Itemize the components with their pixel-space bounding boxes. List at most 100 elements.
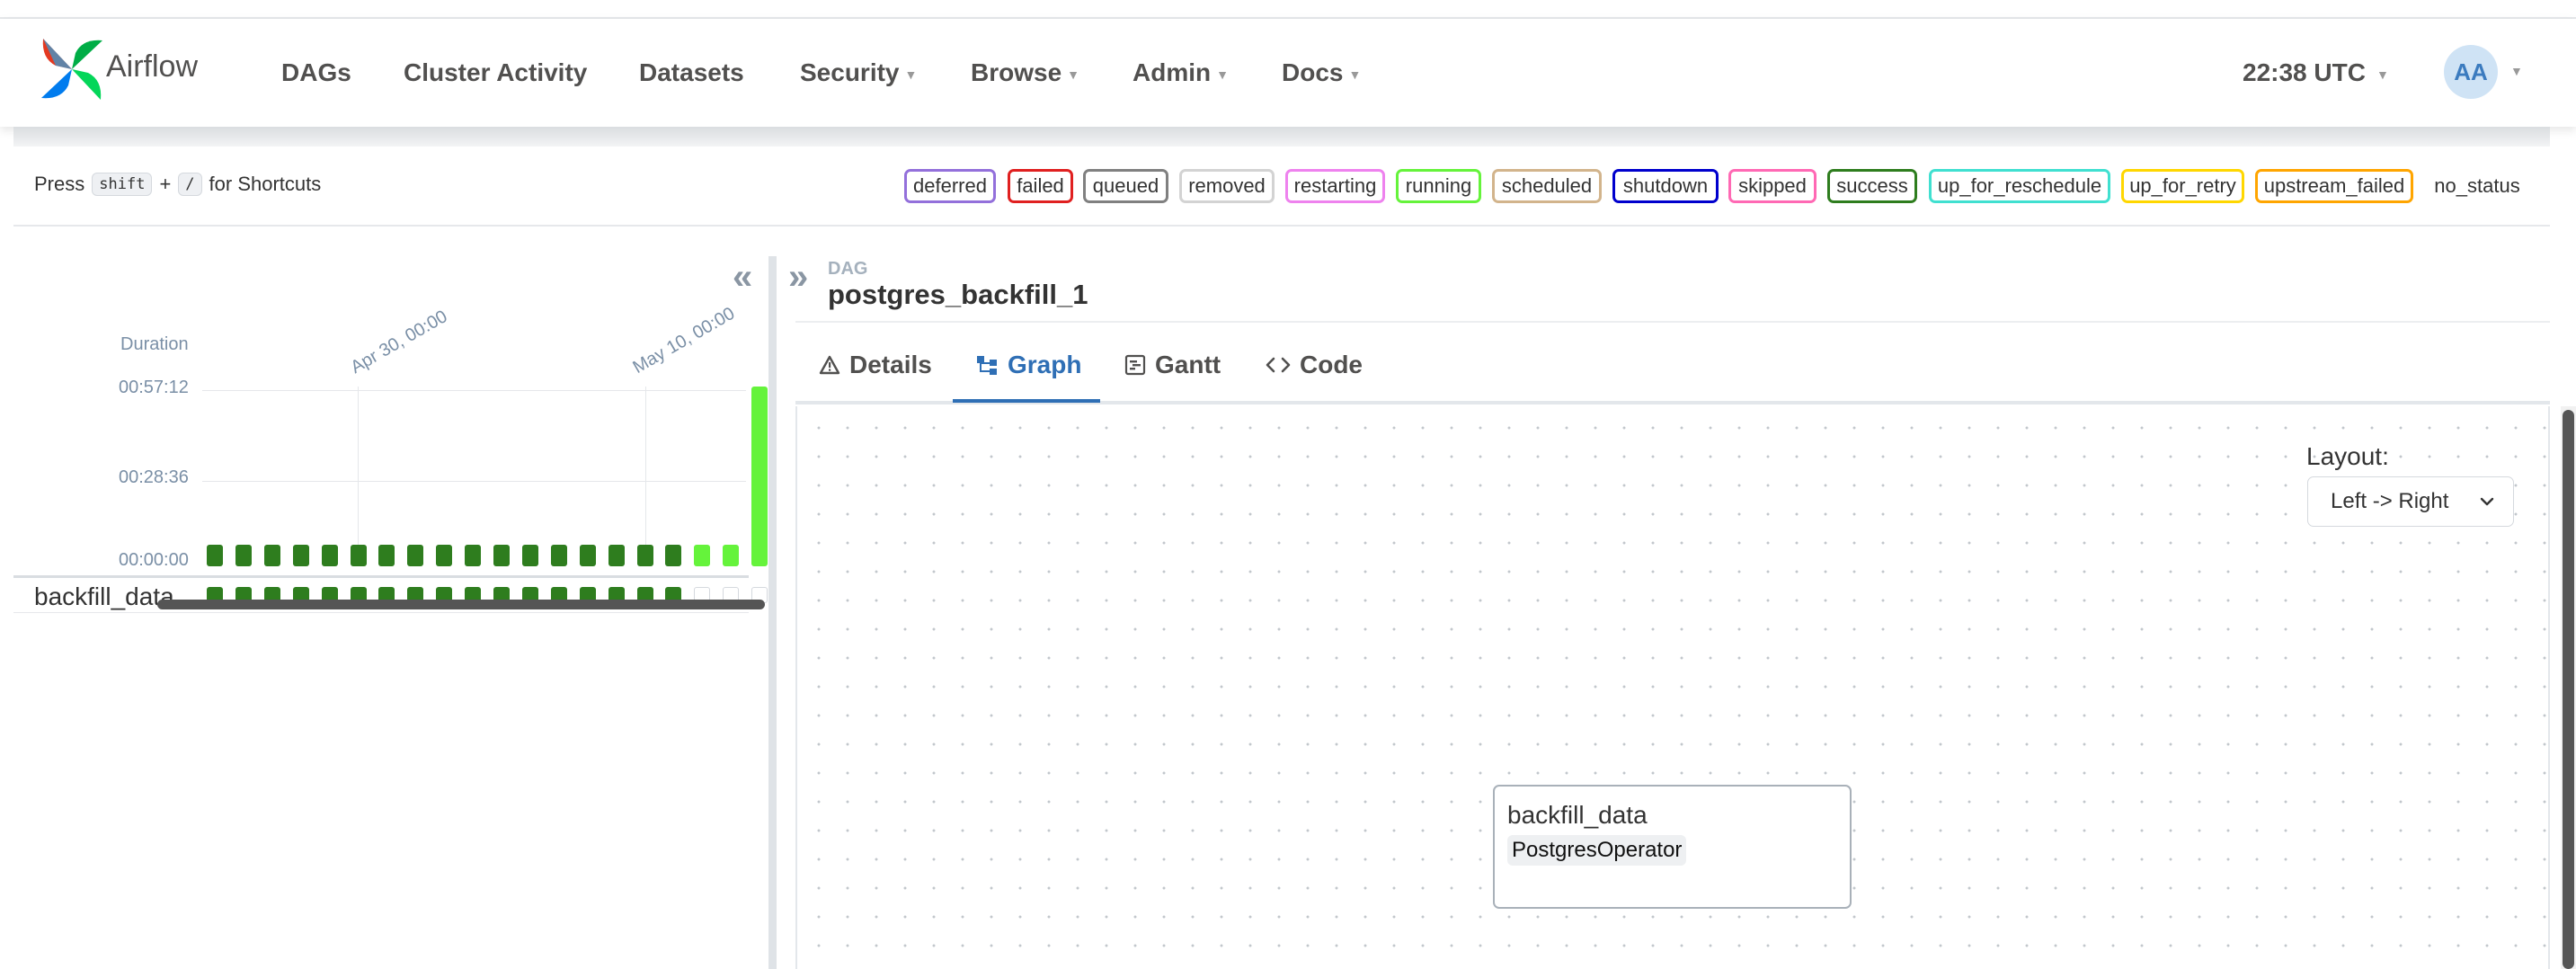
dag-run-bar[interactable] bbox=[350, 545, 367, 566]
user-avatar[interactable]: AA bbox=[2444, 45, 2498, 99]
dag-run-bar[interactable] bbox=[550, 545, 567, 566]
date-gridline bbox=[645, 387, 646, 566]
nav-cluster-activity[interactable]: Cluster Activity bbox=[404, 58, 587, 87]
nav-browse[interactable]: Browse ▼ bbox=[971, 58, 1079, 87]
state-legend-up-for-retry[interactable]: up_for_retry bbox=[2121, 169, 2244, 203]
y-tick-label: 00:00:00 bbox=[119, 550, 189, 570]
tab-gantt-label: Gantt bbox=[1155, 351, 1221, 378]
dag-run-bar[interactable] bbox=[235, 545, 252, 566]
state-legend-deferred[interactable]: deferred bbox=[904, 169, 996, 203]
nav-datasets[interactable]: Datasets bbox=[639, 58, 744, 87]
airflow-logo-link[interactable]: Airflow bbox=[38, 33, 198, 105]
vertical-scrollbar-thumb[interactable] bbox=[2563, 410, 2574, 969]
nav-cluster-activity-label: Cluster Activity bbox=[404, 58, 588, 86]
dag-run-bar[interactable] bbox=[521, 545, 538, 566]
nav-dags[interactable]: DAGs bbox=[281, 58, 351, 87]
y-tick-label: 00:28:36 bbox=[119, 467, 189, 487]
dag-run-bar[interactable] bbox=[436, 545, 453, 566]
task-node[interactable]: backfill_data PostgresOperator bbox=[1493, 785, 1852, 909]
horizontal-scrollbar[interactable] bbox=[157, 600, 765, 609]
active-tab-indicator bbox=[953, 399, 1100, 403]
tab-code[interactable]: Code bbox=[1266, 351, 1363, 379]
code-icon bbox=[1266, 357, 1291, 373]
caret-down-icon: ▼ bbox=[904, 67, 918, 82]
caret-down-icon: ▼ bbox=[2376, 67, 2389, 82]
airflow-pinwheel-icon bbox=[41, 39, 102, 100]
dag-run-bar[interactable] bbox=[493, 545, 510, 566]
dag-run-bar[interactable] bbox=[292, 545, 309, 566]
state-legend-no-status[interactable]: no_status bbox=[2424, 169, 2530, 203]
layout-select-value: Left -> Right bbox=[2331, 489, 2449, 513]
tab-graph-label: Graph bbox=[1008, 351, 1082, 378]
dag-run-bar[interactable] bbox=[378, 545, 395, 566]
dag-run-bar[interactable] bbox=[694, 545, 711, 566]
dag-run-bar[interactable] bbox=[263, 545, 280, 566]
dag-run-bar[interactable] bbox=[465, 545, 482, 566]
date-label: May 10, 00:00 bbox=[629, 303, 739, 378]
state-legend-scheduled[interactable]: scheduled bbox=[1492, 169, 1602, 203]
gantt-icon bbox=[1124, 354, 1146, 376]
double-chevron-left-icon[interactable]: « bbox=[733, 259, 752, 295]
double-chevron-right-icon[interactable]: » bbox=[788, 259, 808, 295]
caret-down-icon: ▼ bbox=[1067, 67, 1080, 82]
nav-security[interactable]: Security ▼ bbox=[800, 58, 917, 87]
divider bbox=[13, 225, 2550, 227]
navbar-shadow bbox=[13, 127, 2550, 147]
warning-triangle-icon bbox=[819, 355, 840, 375]
dag-run-bar[interactable] bbox=[407, 545, 424, 566]
shortcut-key-slash: / bbox=[178, 173, 202, 196]
dag-run-bar-latest[interactable] bbox=[751, 387, 768, 566]
layout-label: Layout: bbox=[2306, 442, 2389, 470]
grid-row-divider bbox=[13, 612, 749, 613]
dag-title[interactable]: postgres_backfill_1 bbox=[828, 279, 1088, 311]
caret-down-icon: ▼ bbox=[1348, 67, 1362, 82]
caret-down-icon[interactable]: ▼ bbox=[2510, 64, 2523, 78]
state-legend-shutdown[interactable]: shutdown bbox=[1612, 169, 1719, 203]
state-legend-skipped[interactable]: skipped bbox=[1728, 169, 1817, 203]
state-legend-queued[interactable]: queued bbox=[1083, 169, 1168, 203]
clock-text: 22:38 UTC bbox=[2243, 58, 2366, 86]
nav-docs[interactable]: Docs ▼ bbox=[1282, 58, 1361, 87]
shortcut-suffix: for Shortcuts bbox=[209, 173, 322, 195]
tab-details-label: Details bbox=[849, 351, 932, 378]
tab-graph[interactable]: Graph bbox=[975, 351, 1081, 379]
duration-axis-label: Duration bbox=[120, 334, 189, 354]
state-legend-success[interactable]: success bbox=[1827, 169, 1917, 203]
dag-run-bar[interactable] bbox=[608, 545, 625, 566]
state-legend-running[interactable]: running bbox=[1396, 169, 1481, 203]
divider bbox=[795, 321, 2550, 323]
shortcut-key-shift: shift bbox=[92, 173, 153, 196]
dag-run-bar[interactable] bbox=[723, 545, 740, 566]
layout-select[interactable]: Left -> Right bbox=[2307, 476, 2514, 527]
nav-security-label: Security bbox=[800, 58, 900, 86]
dag-run-bar[interactable] bbox=[207, 545, 223, 566]
state-legend-removed[interactable]: removed bbox=[1179, 169, 1275, 203]
shortcut-prefix: Press bbox=[34, 173, 85, 195]
dag-run-bar[interactable] bbox=[579, 545, 596, 566]
dag-run-bar[interactable] bbox=[321, 545, 338, 566]
nav-admin-label: Admin bbox=[1133, 58, 1212, 86]
shortcut-plus: + bbox=[159, 173, 172, 195]
task-row-label[interactable]: backfill_data bbox=[34, 582, 174, 611]
shortcut-hint: Press shift + / for Shortcuts bbox=[34, 173, 321, 196]
state-legend-restarting[interactable]: restarting bbox=[1285, 169, 1385, 203]
dag-run-bar[interactable] bbox=[636, 545, 653, 566]
dag-run-bar[interactable] bbox=[665, 545, 682, 566]
utc-clock[interactable]: 22:38 UTC ▼ bbox=[2243, 58, 2389, 87]
grid-line bbox=[202, 390, 746, 391]
tab-details[interactable]: Details bbox=[819, 351, 932, 379]
y-tick-label: 00:57:12 bbox=[119, 378, 189, 397]
browser-top-strip bbox=[0, 0, 2576, 19]
state-legend-upstream-failed[interactable]: upstream_failed bbox=[2255, 169, 2413, 203]
nav-datasets-label: Datasets bbox=[639, 58, 744, 86]
top-navbar: Airflow DAGs Cluster Activity Datasets S… bbox=[0, 19, 2576, 127]
state-legend-up-for-reschedule[interactable]: up_for_reschedule bbox=[1929, 169, 2110, 203]
state-legend-failed[interactable]: failed bbox=[1008, 169, 1073, 203]
tab-gantt[interactable]: Gantt bbox=[1124, 351, 1221, 379]
date-label: Apr 30, 00:00 bbox=[347, 307, 451, 378]
chevron-down-icon bbox=[2480, 497, 2494, 506]
nav-docs-label: Docs bbox=[1282, 58, 1344, 86]
nav-admin[interactable]: Admin ▼ bbox=[1133, 58, 1229, 87]
panel-resize-handle[interactable] bbox=[768, 256, 777, 969]
task-node-name: backfill_data bbox=[1507, 801, 1648, 829]
